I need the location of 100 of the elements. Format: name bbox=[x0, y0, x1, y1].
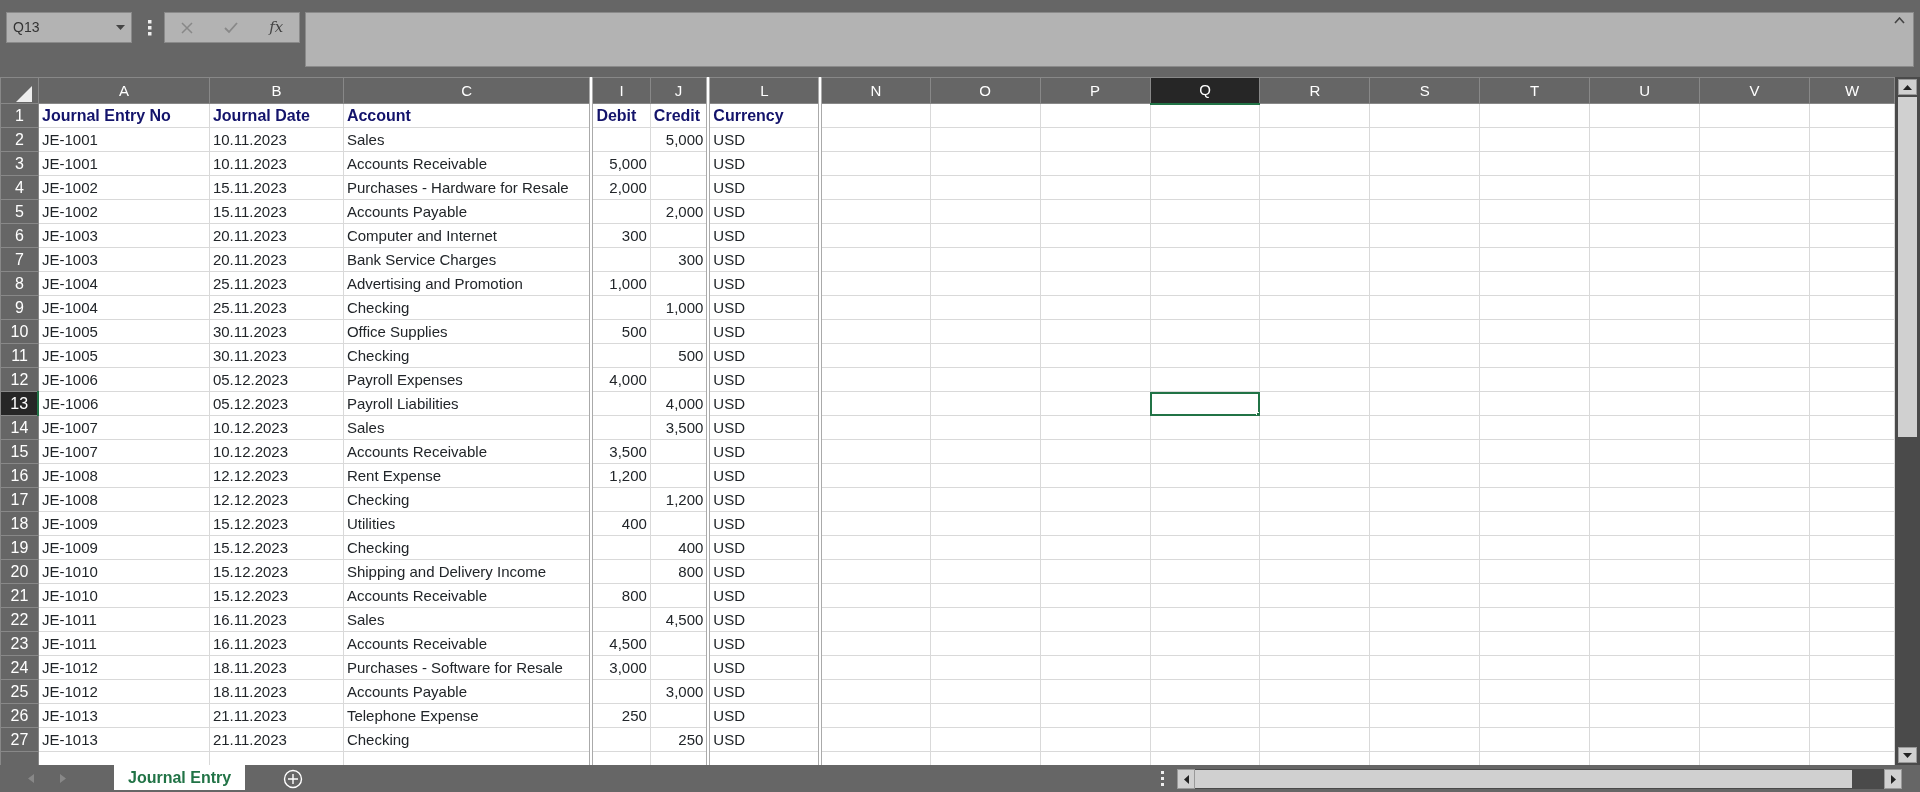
name-box[interactable]: Q13 bbox=[6, 12, 132, 43]
column-header[interactable]: W bbox=[1809, 77, 1895, 104]
scroll-up-button[interactable] bbox=[1898, 79, 1917, 95]
scroll-right-button[interactable] bbox=[1884, 769, 1903, 789]
column-header[interactable]: L bbox=[708, 77, 821, 104]
row-header[interactable]: 23 bbox=[0, 631, 39, 656]
table-cell: 15.12.2023 bbox=[209, 511, 344, 536]
table-cell: JE-1008 bbox=[38, 487, 210, 512]
table-cell: 18.11.2023 bbox=[209, 655, 344, 680]
column-header[interactable]: B bbox=[209, 77, 344, 104]
row-header[interactable]: 1 bbox=[0, 103, 39, 128]
table-cell: 2,000 bbox=[591, 175, 651, 200]
table-cell: JE-1010 bbox=[38, 559, 210, 584]
table-cell: 30.11.2023 bbox=[209, 343, 344, 368]
scrollbar-thumb[interactable] bbox=[1898, 97, 1917, 437]
table-cell: JE-1009 bbox=[38, 511, 210, 536]
table-cell: JE-1012 bbox=[38, 679, 210, 704]
table-cell: USD bbox=[708, 535, 821, 560]
table-cell: JE-1004 bbox=[38, 271, 210, 296]
column-header[interactable]: N bbox=[820, 77, 931, 104]
row-header[interactable]: 22 bbox=[0, 607, 39, 632]
row-header[interactable]: 12 bbox=[0, 367, 39, 392]
table-cell: JE-1006 bbox=[38, 367, 210, 392]
table-cell: USD bbox=[708, 295, 821, 320]
checkmark-icon[interactable] bbox=[224, 21, 238, 34]
table-cell: JE-1004 bbox=[38, 295, 210, 320]
column-header[interactable]: R bbox=[1259, 77, 1370, 104]
add-sheet-icon[interactable] bbox=[283, 769, 304, 789]
table-cell: JE-1002 bbox=[38, 199, 210, 224]
table-cell: JE-1001 bbox=[38, 127, 210, 152]
table-cell: 18.11.2023 bbox=[209, 679, 344, 704]
table-cell: USD bbox=[708, 655, 821, 680]
table-cell: USD bbox=[708, 439, 821, 464]
table-cell: USD bbox=[708, 175, 821, 200]
column-header[interactable]: T bbox=[1479, 77, 1590, 104]
row-header[interactable]: 8 bbox=[0, 271, 39, 296]
table-cell: JE-1005 bbox=[38, 319, 210, 344]
column-header[interactable]: S bbox=[1369, 77, 1480, 104]
row-header[interactable]: 25 bbox=[0, 679, 39, 704]
column-header[interactable]: Q bbox=[1150, 77, 1260, 104]
collapse-caret-icon[interactable] bbox=[1894, 17, 1905, 24]
column-header[interactable]: A bbox=[38, 77, 210, 104]
table-cell: JE-1007 bbox=[38, 415, 210, 440]
row-header[interactable]: 27 bbox=[0, 727, 39, 752]
row-header[interactable]: 5 bbox=[0, 199, 39, 224]
row-header[interactable]: 10 bbox=[0, 319, 39, 344]
table-cell: JE-1005 bbox=[38, 343, 210, 368]
column-header[interactable]: J bbox=[650, 77, 709, 104]
row-header[interactable]: 17 bbox=[0, 487, 39, 512]
down-arrow-icon bbox=[1903, 752, 1912, 758]
row-header[interactable]: 2 bbox=[0, 127, 39, 152]
column-header[interactable]: C bbox=[343, 77, 592, 104]
table-cell: 250 bbox=[591, 703, 651, 728]
row-header[interactable]: 7 bbox=[0, 247, 39, 272]
row-header[interactable]: 3 bbox=[0, 151, 39, 176]
row-header[interactable]: 21 bbox=[0, 583, 39, 608]
row-header[interactable]: 15 bbox=[0, 439, 39, 464]
row-header[interactable]: 24 bbox=[0, 655, 39, 680]
table-cell: 30.11.2023 bbox=[209, 319, 344, 344]
row-header[interactable]: 14 bbox=[0, 415, 39, 440]
column-header[interactable]: U bbox=[1589, 77, 1700, 104]
column-header[interactable]: V bbox=[1699, 77, 1810, 104]
more-options-icon[interactable] bbox=[148, 20, 152, 36]
table-cell: USD bbox=[708, 367, 821, 392]
row-header[interactable]: 18 bbox=[0, 511, 39, 536]
table-cell: 4,000 bbox=[591, 367, 651, 392]
table-cell: JE-1001 bbox=[38, 151, 210, 176]
table-cell: USD bbox=[708, 271, 821, 296]
column-header[interactable]: I bbox=[591, 77, 651, 104]
row-header[interactable]: 26 bbox=[0, 703, 39, 728]
row-header[interactable]: 16 bbox=[0, 463, 39, 488]
insert-function-button[interactable]: fx bbox=[269, 16, 284, 39]
table-cell: USD bbox=[708, 511, 821, 536]
table-cell: USD bbox=[708, 151, 821, 176]
table-cell: JE-1013 bbox=[38, 703, 210, 728]
table-cell: 5,000 bbox=[591, 151, 651, 176]
table-cell: USD bbox=[708, 223, 821, 248]
row-header[interactable]: 19 bbox=[0, 535, 39, 560]
table-cell: 12.12.2023 bbox=[209, 487, 344, 512]
sheet-tab[interactable]: Journal Entry bbox=[114, 765, 246, 790]
table-cell: 20.11.2023 bbox=[209, 223, 344, 248]
more-options-icon[interactable] bbox=[1161, 771, 1166, 786]
scrollbar-thumb[interactable] bbox=[1195, 770, 1853, 788]
row-header[interactable]: 13 bbox=[0, 391, 39, 416]
table-cell: JE-1008 bbox=[38, 463, 210, 488]
row-header[interactable]: 9 bbox=[0, 295, 39, 320]
table-cell: USD bbox=[708, 127, 821, 152]
row-header[interactable]: 6 bbox=[0, 223, 39, 248]
row-header[interactable]: 20 bbox=[0, 559, 39, 584]
active-cell[interactable] bbox=[1150, 391, 1260, 416]
table-cell: USD bbox=[708, 679, 821, 704]
row-header[interactable]: 11 bbox=[0, 343, 39, 368]
row-header[interactable]: 4 bbox=[0, 175, 39, 200]
up-arrow-icon bbox=[1903, 84, 1912, 90]
scroll-down-button[interactable] bbox=[1898, 747, 1917, 763]
table-cell: JE-1013 bbox=[38, 727, 210, 752]
column-header[interactable]: P bbox=[1040, 77, 1151, 104]
table-cell: USD bbox=[708, 415, 821, 440]
scroll-left-button[interactable] bbox=[1177, 769, 1196, 789]
column-header[interactable]: O bbox=[930, 77, 1041, 104]
